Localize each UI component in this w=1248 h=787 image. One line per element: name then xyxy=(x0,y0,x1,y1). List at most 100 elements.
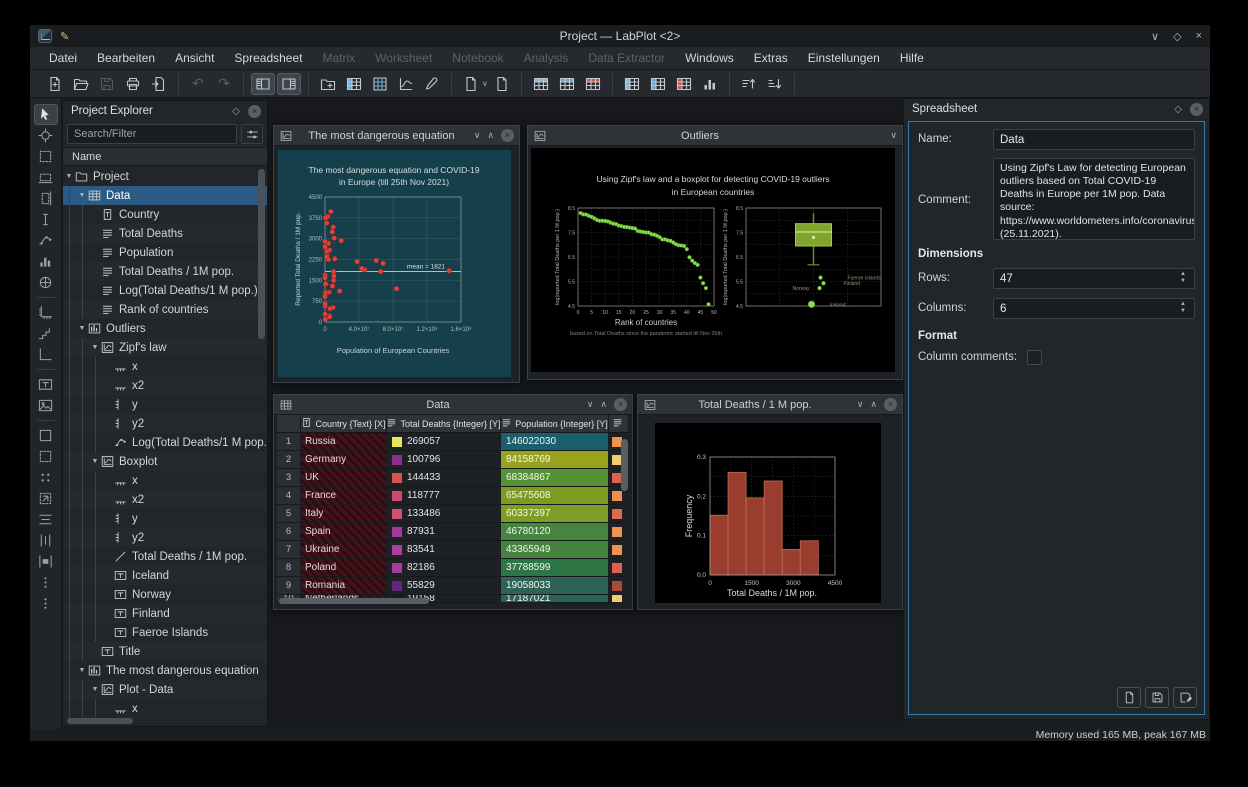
add-step-plot-icon[interactable] xyxy=(34,323,58,344)
cell-population[interactable]: 46780120 xyxy=(501,523,609,540)
expand-chevron-icon[interactable]: ▼ xyxy=(76,667,88,674)
menu-windows[interactable]: Windows xyxy=(676,49,743,67)
tree-item-y[interactable]: y xyxy=(63,395,267,414)
new-workbook-icon[interactable] xyxy=(459,73,483,95)
navigate-icon[interactable] xyxy=(33,104,58,125)
window-data-titlebar[interactable]: Data ∨ ∧ × xyxy=(274,395,632,415)
filter-options-button[interactable] xyxy=(241,124,263,144)
spinbox-arrows-icon[interactable]: ▲ ▼ xyxy=(1177,271,1189,285)
cell-total-deaths[interactable]: 82186 xyxy=(387,559,501,576)
table-vertical-scrollbar[interactable] xyxy=(621,439,628,491)
cell-total-deaths[interactable]: 144433 xyxy=(387,469,501,486)
comment-field[interactable]: Using Zipf's Law for detecting European … xyxy=(993,158,1195,240)
menu-ansicht[interactable]: Ansicht xyxy=(166,49,223,67)
window-outliers[interactable]: Outliers ∨ Using Zipf's law and a boxplo… xyxy=(527,125,903,380)
tree-item-faeroe-islands[interactable]: Faeroe Islands xyxy=(63,623,267,642)
cell-population[interactable]: 65475608 xyxy=(501,487,609,504)
table-row-spain[interactable]: 6 Spain 87931 46780120 xyxy=(277,523,629,541)
tree-item-outliers[interactable]: ▼ Outliers xyxy=(63,319,267,338)
tree-vertical-scrollbar[interactable] xyxy=(258,169,265,339)
insert-column-left-icon[interactable] xyxy=(620,73,644,95)
table-row-uk[interactable]: 3 UK 144433 68384867 xyxy=(277,469,629,487)
minimize-subwindow-icon[interactable]: ∨ xyxy=(890,130,897,141)
expand-chevron-icon[interactable]: ▼ xyxy=(89,344,101,351)
tree-item-total-deaths-1m-pop[interactable]: Total Deaths / 1M pop. xyxy=(63,262,267,281)
column-header-partial[interactable] xyxy=(609,415,629,432)
cell-total-deaths[interactable]: 269057 xyxy=(387,433,501,450)
cell-extra[interactable] xyxy=(609,559,629,576)
tree-item-x[interactable]: x xyxy=(63,357,267,376)
toggle-properties-icon[interactable] xyxy=(277,72,301,95)
window-data-spreadsheet[interactable]: Data ∨ ∧ × Country {Text} [X] Total Death… xyxy=(273,394,633,610)
cell-country[interactable]: France xyxy=(301,487,387,504)
load-template-button[interactable] xyxy=(1117,687,1141,708)
tree-item-x[interactable]: x xyxy=(63,471,267,490)
expand-chevron-icon[interactable]: ▼ xyxy=(89,458,101,465)
close-subwindow-icon[interactable]: × xyxy=(501,129,514,142)
arrange-vertical-icon[interactable] xyxy=(34,530,58,551)
minimize-subwindow-icon[interactable]: ∨ xyxy=(587,399,594,410)
cell-total-deaths[interactable]: 83541 xyxy=(387,541,501,558)
open-project-icon[interactable] xyxy=(69,73,93,95)
cell-total-deaths[interactable]: 100796 xyxy=(387,451,501,468)
float-dock-icon[interactable]: ◇ xyxy=(1174,104,1182,115)
close-dock-icon[interactable]: × xyxy=(1190,102,1203,116)
minimize-subwindow-icon[interactable]: ∨ xyxy=(474,130,481,141)
arrange-horizontal-icon[interactable] xyxy=(34,509,58,530)
cell-total-deaths[interactable]: 87931 xyxy=(387,523,501,540)
rows-spinbox[interactable]: 47 ▲ ▼ xyxy=(993,268,1195,289)
sort-ascending-icon[interactable] xyxy=(737,73,761,95)
tree-item-the-most-dangerous-equation[interactable]: ▼ The most dangerous equation xyxy=(63,661,267,680)
tree-item-y[interactable]: y xyxy=(63,509,267,528)
cell-country[interactable]: Ukraine xyxy=(301,541,387,558)
table-row-italy[interactable]: 5 Italy 133486 60337397 xyxy=(277,505,629,523)
save-button[interactable] xyxy=(1145,687,1169,708)
cell-population[interactable]: 19058033 xyxy=(501,577,609,594)
project-explorer-header[interactable]: Project Explorer ◇ × xyxy=(63,101,267,121)
expand-chevron-icon[interactable]: ▼ xyxy=(76,192,88,199)
histogram-plot[interactable]: 0 1500 3000 4500 0.0 0.1 0.2 0.3 Total Deaths / … xyxy=(638,415,902,613)
close-subwindow-icon[interactable]: × xyxy=(614,398,627,411)
cell-extra[interactable] xyxy=(609,577,629,594)
window-dangerous-titlebar[interactable]: The most dangerous equation ∨ ∧ × xyxy=(274,126,519,146)
color-picker-icon[interactable] xyxy=(420,73,444,95)
text-cursor-icon[interactable] xyxy=(34,209,58,230)
close-button[interactable]: × xyxy=(1196,30,1202,43)
search-input[interactable]: Search/Filter xyxy=(67,124,237,144)
close-subwindow-icon[interactable]: × xyxy=(884,398,897,411)
tree-horizontal-scrollbar[interactable] xyxy=(67,718,133,724)
properties-header[interactable]: Spreadsheet ◇ × xyxy=(904,99,1209,119)
tree-item-norway[interactable]: Norway xyxy=(63,585,267,604)
add-image-icon[interactable] xyxy=(34,395,58,416)
menu-bearbeiten[interactable]: Bearbeiten xyxy=(88,49,164,67)
table-row-russia[interactable]: 1 Russia 269057 146022030 xyxy=(277,433,629,451)
cell-country[interactable]: Spain xyxy=(301,523,387,540)
zoom-x-selection-icon[interactable] xyxy=(34,167,58,188)
cell-population[interactable]: 37788599 xyxy=(501,559,609,576)
tree-item-project[interactable]: ▼ Project xyxy=(63,167,267,186)
expand-chevron-icon[interactable]: ▼ xyxy=(63,173,75,180)
tree-item-country[interactable]: Country xyxy=(63,205,267,224)
column-header-population-integer-y[interactable]: Population {Integer} [Y] xyxy=(501,415,609,432)
cell-extra[interactable] xyxy=(609,505,629,522)
cell-country[interactable]: Russia xyxy=(301,433,387,450)
cell-population[interactable]: 84158769 xyxy=(501,451,609,468)
menu-spreadsheet[interactable]: Spreadsheet xyxy=(225,49,311,67)
cell-extra[interactable] xyxy=(609,523,629,540)
cell-country[interactable]: Poland xyxy=(301,559,387,576)
tree-item-boxplot[interactable]: ▼ Boxplot xyxy=(63,452,267,471)
cell-population[interactable]: 68384867 xyxy=(501,469,609,486)
insert-column-right-icon[interactable] xyxy=(646,73,670,95)
extra-options-icon[interactable] xyxy=(34,593,58,614)
close-dock-icon[interactable]: × xyxy=(248,104,261,118)
new-project-icon[interactable] xyxy=(43,73,67,95)
insert-row-below-icon[interactable] xyxy=(555,73,579,95)
columns-spinbox[interactable]: 6 ▲ ▼ xyxy=(993,298,1195,319)
cell-extra[interactable] xyxy=(609,595,629,602)
maximize-subwindow-icon[interactable]: ∧ xyxy=(600,399,607,410)
tree-item-y2[interactable]: y2 xyxy=(63,528,267,547)
cell-country[interactable]: Italy xyxy=(301,505,387,522)
new-worksheet-icon[interactable] xyxy=(394,73,418,95)
cell-population[interactable]: 43365949 xyxy=(501,541,609,558)
cell-country[interactable]: UK xyxy=(301,469,387,486)
